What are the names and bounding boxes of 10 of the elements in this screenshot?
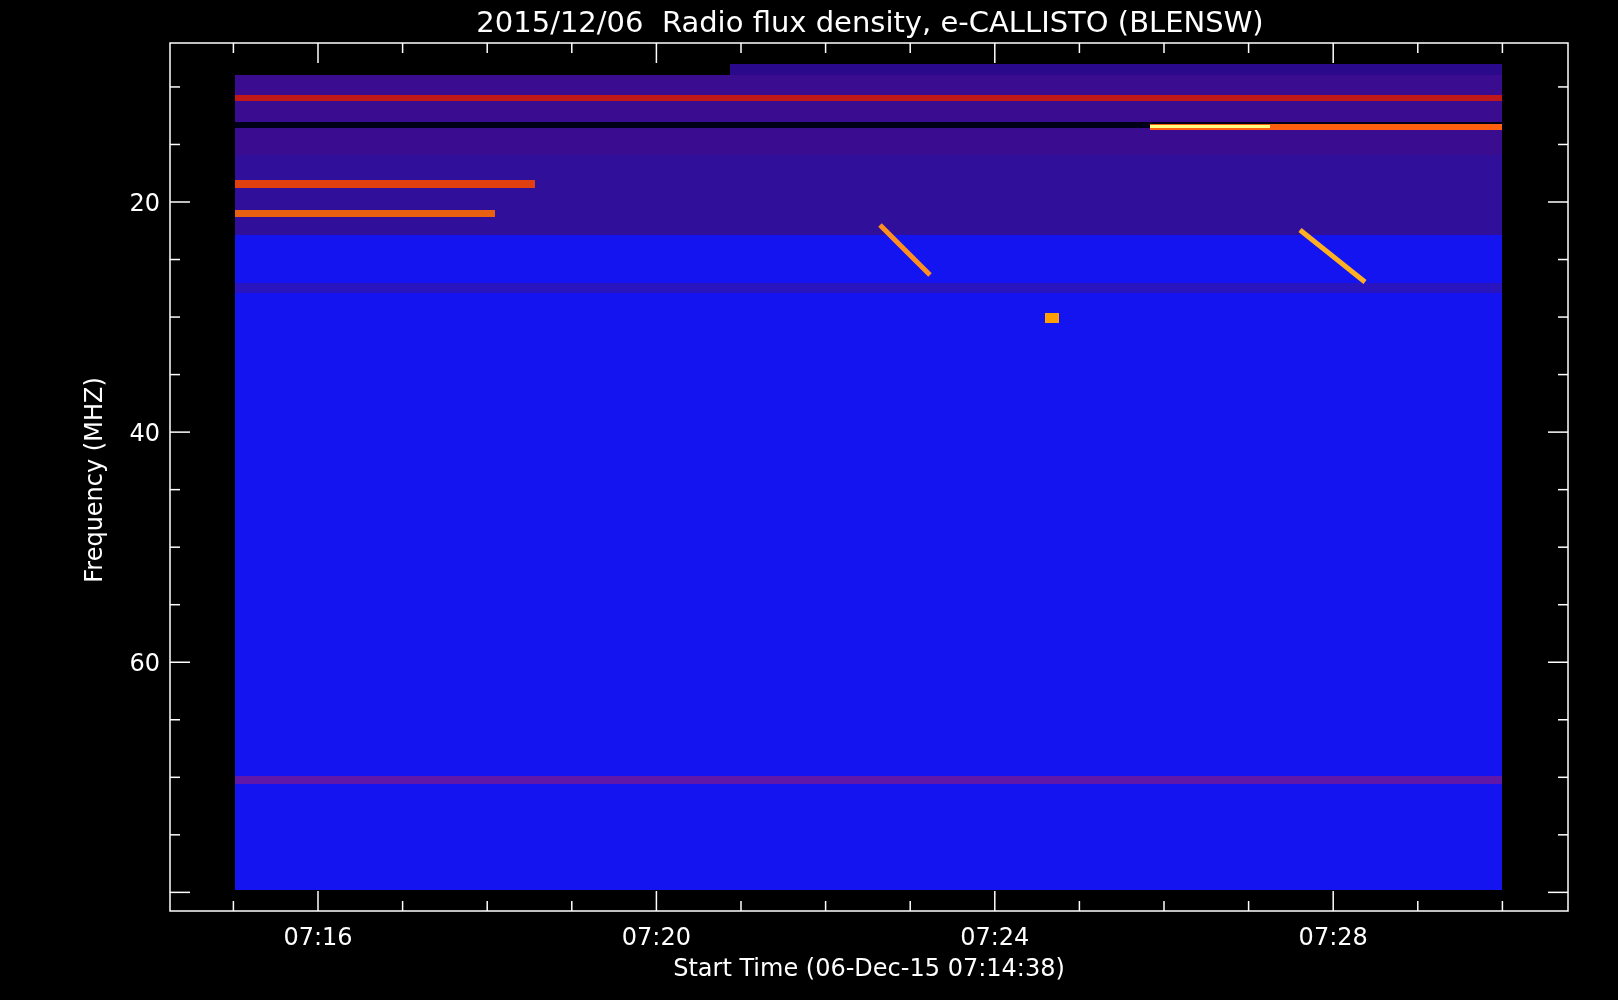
y-axis-label: Frequency (MHZ) <box>80 377 108 583</box>
y-tick-label: 20 <box>129 189 160 217</box>
chart-title: 2015/12/06 Radio flux density, e-CALLISTO (BLENSW) <box>476 5 1264 39</box>
x-tick-label: 07:24 <box>960 923 1030 951</box>
y-tick-label: 60 <box>129 649 160 678</box>
y-tick-label: 40 <box>129 419 160 448</box>
x-axis-label: Start Time (06-Dec-15 07:14:38) <box>673 954 1065 982</box>
x-tick-label: 07:16 <box>283 923 353 951</box>
x-tick-label: 07:20 <box>621 923 691 951</box>
x-tick-label: 07:28 <box>1298 923 1368 951</box>
